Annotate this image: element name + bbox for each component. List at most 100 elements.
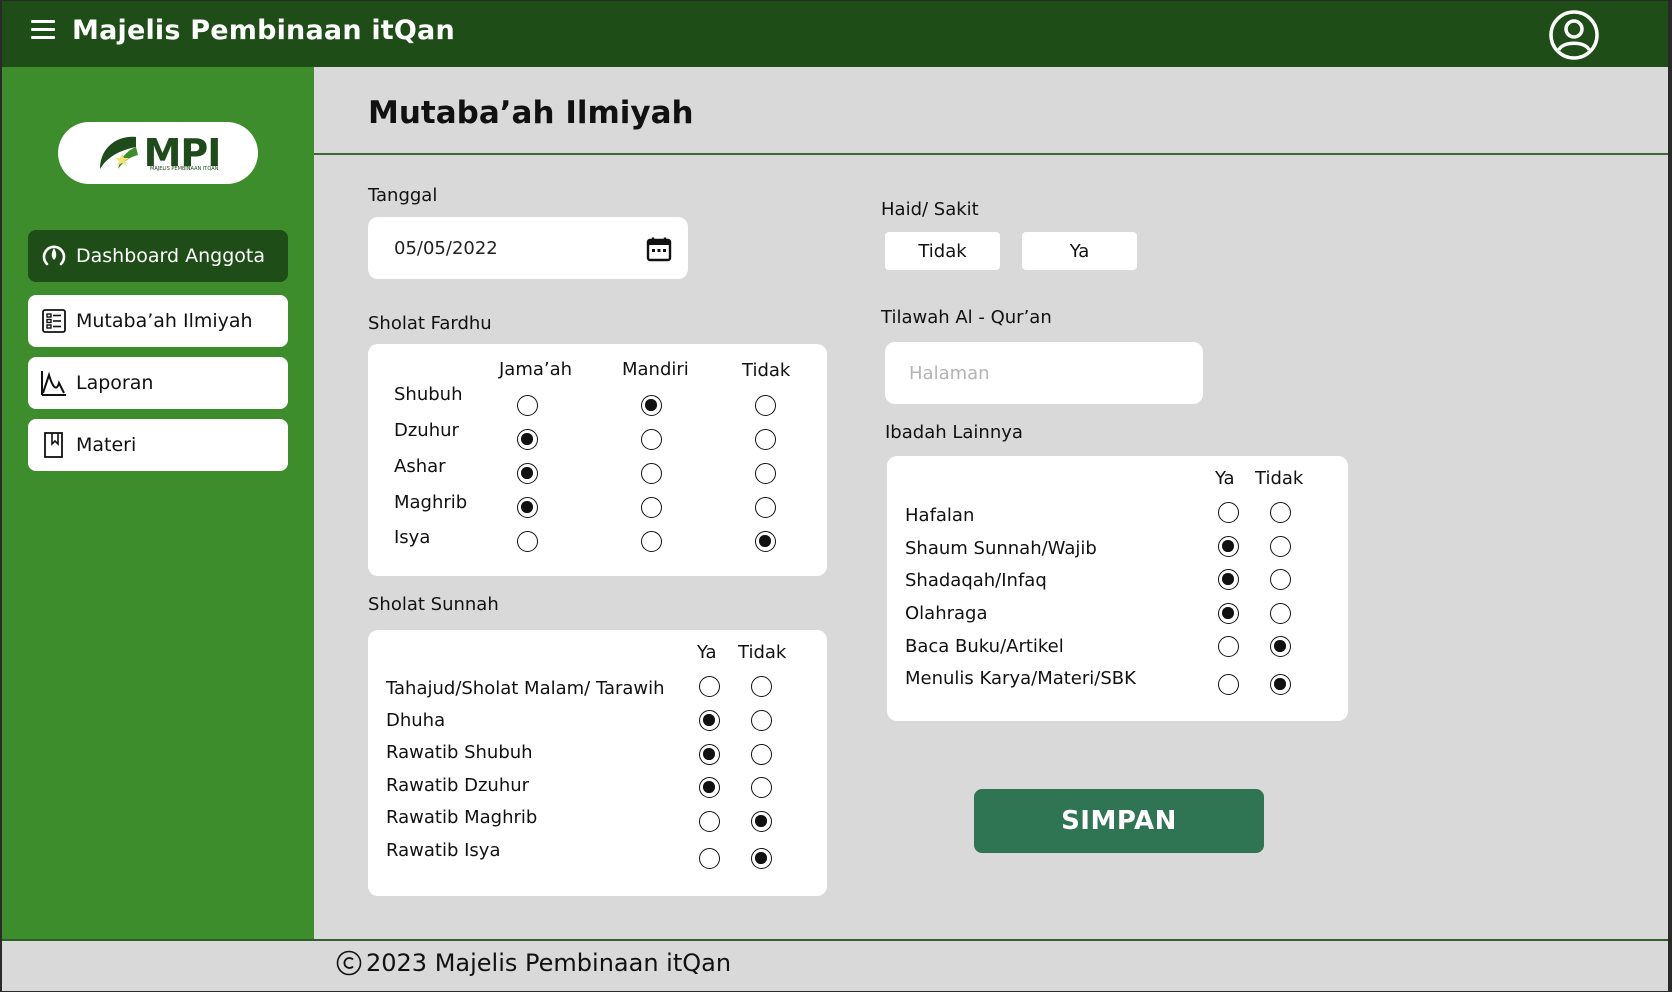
tilawah-halaman-input[interactable] [885, 342, 1203, 404]
row-label: Ashar [394, 456, 446, 477]
hamburger-menu-icon[interactable] [31, 20, 57, 42]
row-label: Rawatib Shubuh [386, 742, 533, 763]
radio-isya-tidak[interactable] [755, 531, 776, 552]
radio-shadaqah-ya[interactable] [1218, 569, 1239, 590]
page-title: Mutaba’ah Ilmiyah [368, 95, 694, 131]
column-header: Tidak [742, 360, 791, 381]
checklist-icon [40, 307, 68, 335]
haid-tidak-button[interactable]: Tidak [885, 232, 1000, 270]
radio-tahajud-tidak[interactable] [751, 676, 772, 697]
sidebar-item-label: Materi [76, 434, 137, 456]
save-button[interactable]: SIMPAN [974, 789, 1264, 853]
radio-rawatib-isya-ya[interactable] [699, 848, 720, 869]
copyright-icon [336, 950, 362, 976]
haid-ya-button[interactable]: Ya [1022, 232, 1137, 270]
radio-dzuhur-tidak[interactable] [755, 429, 776, 450]
sidebar: MPI MAJELIS PEMBINAAN ITQAN Dashboard An… [2, 67, 314, 939]
row-label: Baca Buku/Artikel [905, 636, 1064, 657]
sholat-sunnah-label: Sholat Sunnah [368, 594, 499, 615]
row-label: Isya [394, 527, 431, 548]
sidebar-item-mutabaah-ilmiyah[interactable]: Mutaba’ah Ilmiyah [28, 295, 288, 347]
gauge-icon [40, 242, 68, 270]
footer-copyright: 2023 Majelis Pembinaan itQan [336, 949, 731, 977]
radio-shaum-ya[interactable] [1218, 536, 1239, 557]
top-bar: Majelis Pembinaan itQan [2, 1, 1668, 67]
haid-sakit-label: Haid/ Sakit [881, 199, 979, 220]
radio-rawatib-dzuhur-ya[interactable] [699, 777, 720, 798]
row-label: Rawatib Maghrib [386, 807, 538, 828]
app-title: Majelis Pembinaan itQan [72, 15, 455, 46]
radio-dzuhur-mandiri[interactable] [641, 429, 662, 450]
radio-tahajud-ya[interactable] [699, 676, 720, 697]
sidebar-item-dashboard-anggota[interactable]: Dashboard Anggota [28, 230, 288, 282]
radio-rawatib-isya-tidak[interactable] [751, 848, 772, 869]
radio-maghrib-mandiri[interactable] [641, 497, 662, 518]
radio-ashar-tidak[interactable] [755, 463, 776, 484]
radio-shubuh-jamaah[interactable] [517, 395, 538, 416]
bookmark-icon [40, 431, 68, 459]
radio-shubuh-tidak[interactable] [755, 395, 776, 416]
row-label: Shaum Sunnah/Wajib [905, 538, 1097, 559]
account-icon[interactable] [1548, 9, 1600, 61]
title-divider [314, 153, 1668, 155]
radio-shaum-tidak[interactable] [1270, 536, 1291, 557]
footer-text: 2023 Majelis Pembinaan itQan [366, 949, 732, 977]
radio-hafalan-ya[interactable] [1218, 502, 1239, 523]
row-label: Maghrib [394, 492, 468, 513]
radio-shubuh-mandiri[interactable] [641, 395, 662, 416]
radio-dzuhur-jamaah[interactable] [517, 429, 538, 450]
calendar-icon[interactable] [646, 236, 672, 262]
radio-baca-buku-ya[interactable] [1218, 636, 1239, 657]
row-label: Shadaqah/Infaq [905, 570, 1047, 591]
row-label: Rawatib Isya [386, 840, 501, 861]
radio-baca-buku-tidak[interactable] [1270, 636, 1291, 657]
row-label: Olahraga [905, 603, 988, 624]
row-label: Menulis Karya/Materi/SBK [905, 668, 1136, 689]
radio-hafalan-tidak[interactable] [1270, 502, 1291, 523]
radio-menulis-ya[interactable] [1218, 674, 1239, 695]
logo-subtitle: MAJELIS PEMBINAAN ITQAN [150, 166, 219, 172]
logo-mark-icon [99, 136, 138, 169]
footer: 2023 Majelis Pembinaan itQan [2, 941, 1668, 991]
column-header: Ya [1215, 468, 1235, 489]
sidebar-item-label: Dashboard Anggota [76, 245, 265, 267]
radio-menulis-tidak[interactable] [1270, 674, 1291, 695]
column-header: Tidak [738, 642, 787, 663]
sholat-fardhu-card: Jama’ah Mandiri Tidak Shubuh Dzuhur Asha… [368, 344, 827, 576]
radio-rawatib-maghrib-tidak[interactable] [751, 811, 772, 832]
sidebar-item-laporan[interactable]: Laporan [28, 357, 288, 409]
main-content: Mutaba’ah Ilmiyah Tanggal 05/05/2022 Sho… [314, 67, 1668, 939]
row-label: Dhuha [386, 710, 446, 731]
column-header: Tidak [1255, 468, 1304, 489]
radio-maghrib-tidak[interactable] [755, 497, 776, 518]
ibadah-lainnya-card: Ya Tidak Hafalan Shaum Sunnah/Wajib Shad… [887, 456, 1348, 721]
tanggal-value: 05/05/2022 [394, 237, 498, 259]
sidebar-item-materi[interactable]: Materi [28, 419, 288, 471]
row-label: Hafalan [905, 505, 975, 526]
radio-rawatib-dzuhur-tidak[interactable] [751, 777, 772, 798]
radio-isya-jamaah[interactable] [517, 531, 538, 552]
radio-isya-mandiri[interactable] [641, 531, 662, 552]
radio-rawatib-shubuh-ya[interactable] [699, 744, 720, 765]
tanggal-date-input[interactable]: 05/05/2022 [368, 217, 688, 279]
radio-ashar-mandiri[interactable] [641, 463, 662, 484]
radio-maghrib-jamaah[interactable] [517, 497, 538, 518]
radio-olahraga-tidak[interactable] [1270, 603, 1291, 624]
row-label: Rawatib Dzuhur [386, 775, 530, 796]
radio-dhuha-ya[interactable] [699, 710, 720, 731]
sholat-fardhu-label: Sholat Fardhu [368, 313, 492, 334]
row-label: Tahajud/Sholat Malam/ Tarawih [386, 678, 665, 699]
column-header: Mandiri [622, 359, 689, 380]
radio-rawatib-shubuh-tidak[interactable] [751, 744, 772, 765]
tilawah-label: Tilawah Al - Qur’an [881, 307, 1052, 328]
radio-dhuha-tidak[interactable] [751, 710, 772, 731]
sholat-sunnah-card: Ya Tidak Tahajud/Sholat Malam/ Tarawih D… [368, 630, 827, 896]
sidebar-item-label: Mutaba’ah Ilmiyah [76, 310, 253, 332]
radio-shadaqah-tidak[interactable] [1270, 569, 1291, 590]
radio-olahraga-ya[interactable] [1218, 603, 1239, 624]
column-header: Jama’ah [499, 359, 573, 380]
ibadah-lainnya-label: Ibadah Lainnya [885, 422, 1023, 443]
radio-rawatib-maghrib-ya[interactable] [699, 811, 720, 832]
tanggal-label: Tanggal [368, 185, 438, 206]
radio-ashar-jamaah[interactable] [517, 463, 538, 484]
